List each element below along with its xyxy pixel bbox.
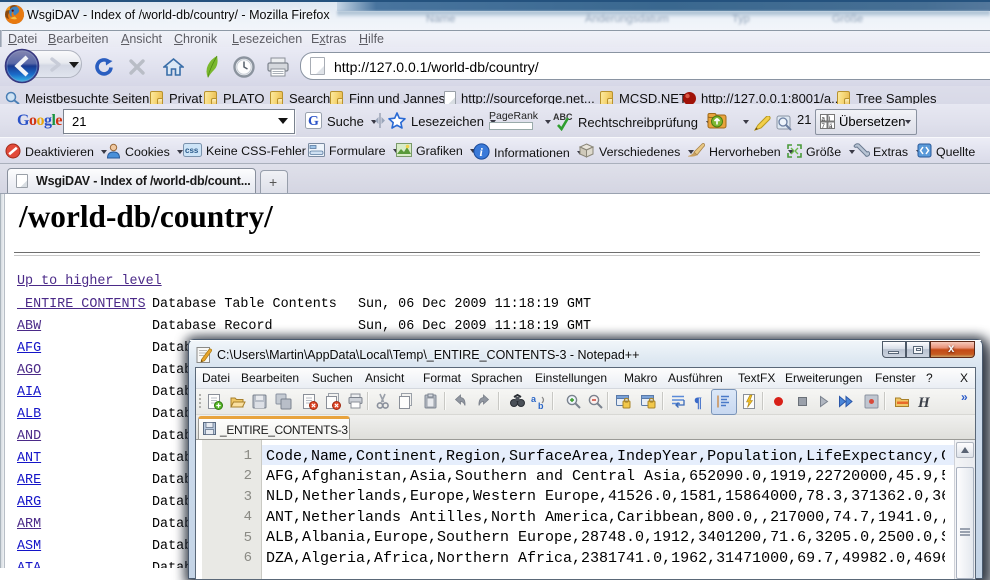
- svg-text:ABC: ABC: [553, 112, 573, 122]
- svg-text:G: G: [308, 114, 319, 129]
- svg-text:css: css: [185, 146, 199, 155]
- svg-text:a: a: [531, 394, 537, 404]
- svg-text:H: H: [917, 395, 931, 410]
- svg-text:¶: ¶: [694, 395, 702, 410]
